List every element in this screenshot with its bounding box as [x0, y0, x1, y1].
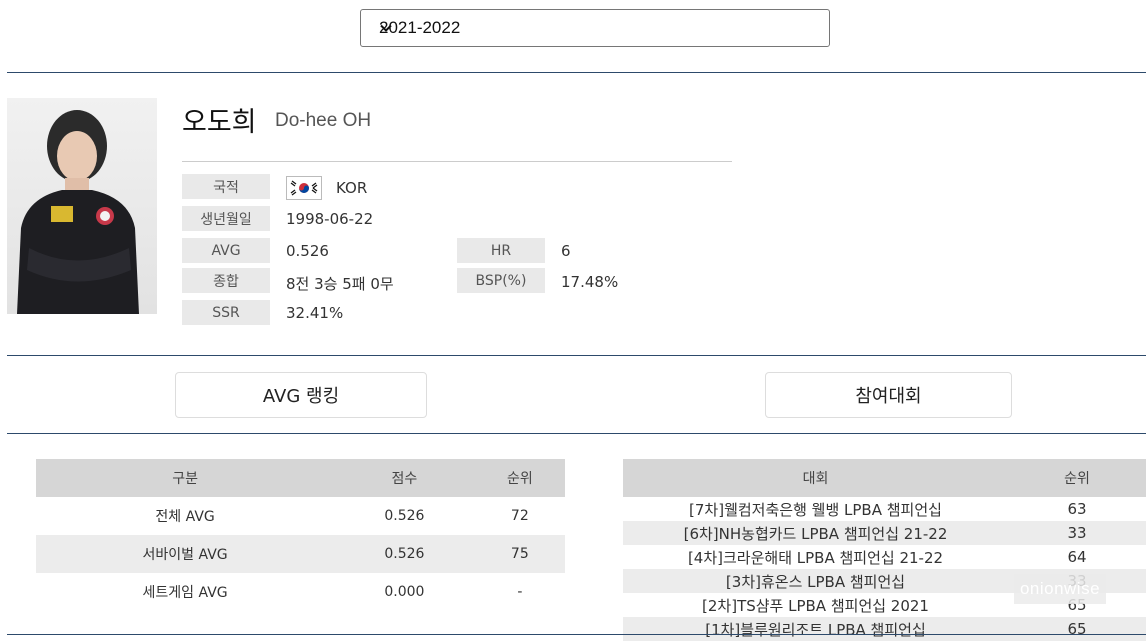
total-record-value: 8전 3승 5패 0무	[286, 275, 394, 293]
bsp-label: BSP(%)	[457, 268, 545, 293]
ssr-label: SSR	[182, 300, 270, 325]
table-cell: 75	[474, 535, 565, 573]
table-row[interactable]: [4차]크라운해태 LPBA 챔피언십 21-22 64	[623, 545, 1146, 569]
bsp-value: 17.48%	[561, 273, 619, 291]
table-cell: 세트게임 AVG	[142, 585, 228, 601]
column-header: 점수	[334, 459, 475, 497]
player-name-english: Do-hee OH	[275, 110, 372, 131]
hr-value: 6	[561, 242, 571, 260]
table-cell: -	[517, 584, 523, 600]
tournament-rank: 33	[1008, 521, 1146, 545]
table-row: 세트게임 AVG 0.000 -	[36, 573, 565, 611]
table-header-row: 대회 순위	[623, 459, 1146, 497]
tournament-name[interactable]: [7차]웰컴저축은행 웰뱅 LPBA 챔피언십	[623, 497, 1008, 521]
table-cell: 서바이벌 AVG	[36, 535, 335, 573]
table-cell: 72	[510, 508, 529, 524]
player-name-korean: 오도희	[182, 107, 257, 138]
divider	[7, 72, 1146, 73]
avg-ranking-button[interactable]: AVG 랭킹	[175, 372, 427, 418]
divider	[7, 433, 1146, 434]
table-row[interactable]: [7차]웰컴저축은행 웰뱅 LPBA 챔피언십 63	[623, 497, 1146, 521]
birth-value: 1998-06-22	[286, 210, 374, 228]
season-select[interactable]: 2021-2022	[360, 9, 830, 47]
column-header: 대회	[623, 459, 1008, 497]
tournaments-button[interactable]: 참여대회	[765, 372, 1012, 418]
tournament-name[interactable]: [2차]TS샴푸 LPBA 챔피언십 2021	[623, 593, 1008, 617]
tournament-rank: 65	[1008, 617, 1146, 641]
table-cell: 0.526	[384, 508, 425, 524]
avg-ranking-table: 구분 점수 순위 전체 AVG 0.526 72 서바이벌 AVG 0.526 …	[36, 459, 565, 611]
korea-flag-icon	[286, 176, 322, 200]
table-row: 전체 AVG 0.526 72	[36, 497, 565, 535]
nationality-value: KOR	[336, 179, 368, 197]
table-row: 서바이벌 AVG 0.526 75	[36, 535, 565, 573]
tournament-name[interactable]: [1차]블루원리조트 LPBA 챔피언십	[623, 617, 1008, 641]
tournament-name[interactable]: [6차]NH농협카드 LPBA 챔피언십 21-22	[623, 521, 1008, 545]
tournament-rank: 63	[1067, 500, 1087, 518]
table-cell: 전체 AVG	[155, 509, 215, 525]
tournament-rank: 64	[1067, 548, 1087, 566]
season-select-value: 2021-2022	[379, 18, 461, 37]
ssr-value: 32.41%	[286, 304, 344, 322]
table-row[interactable]: [1차]블루원리조트 LPBA 챔피언십 65	[623, 617, 1146, 641]
birth-label: 생년월일	[182, 206, 270, 231]
total-record-label: 종합	[182, 268, 270, 293]
avg-value: 0.526	[286, 242, 329, 260]
hr-label: HR	[457, 238, 545, 263]
watermark: onionwise	[1014, 574, 1106, 604]
divider	[7, 634, 1146, 635]
column-header: 순위	[1008, 459, 1146, 497]
tournament-table: 대회 순위 [7차]웰컴저축은행 웰뱅 LPBA 챔피언십 63 [6차]NH농…	[623, 459, 1146, 641]
table-header-row: 구분 점수 순위	[36, 459, 565, 497]
player-photo	[7, 98, 157, 314]
table-cell: 0.526	[334, 535, 475, 573]
nationality-label: 국적	[182, 174, 270, 199]
divider	[7, 355, 1146, 356]
avg-label: AVG	[182, 238, 270, 263]
table-row[interactable]: [6차]NH농협카드 LPBA 챔피언십 21-22 33	[623, 521, 1146, 545]
tournament-name[interactable]: [4차]크라운해태 LPBA 챔피언십 21-22	[623, 545, 1008, 569]
tournament-name[interactable]: [3차]휴온스 LPBA 챔피언십	[623, 569, 1008, 593]
name-divider	[182, 161, 732, 162]
table-cell: 0.000	[384, 584, 425, 600]
column-header: 순위	[474, 459, 565, 497]
column-header: 구분	[36, 459, 335, 497]
